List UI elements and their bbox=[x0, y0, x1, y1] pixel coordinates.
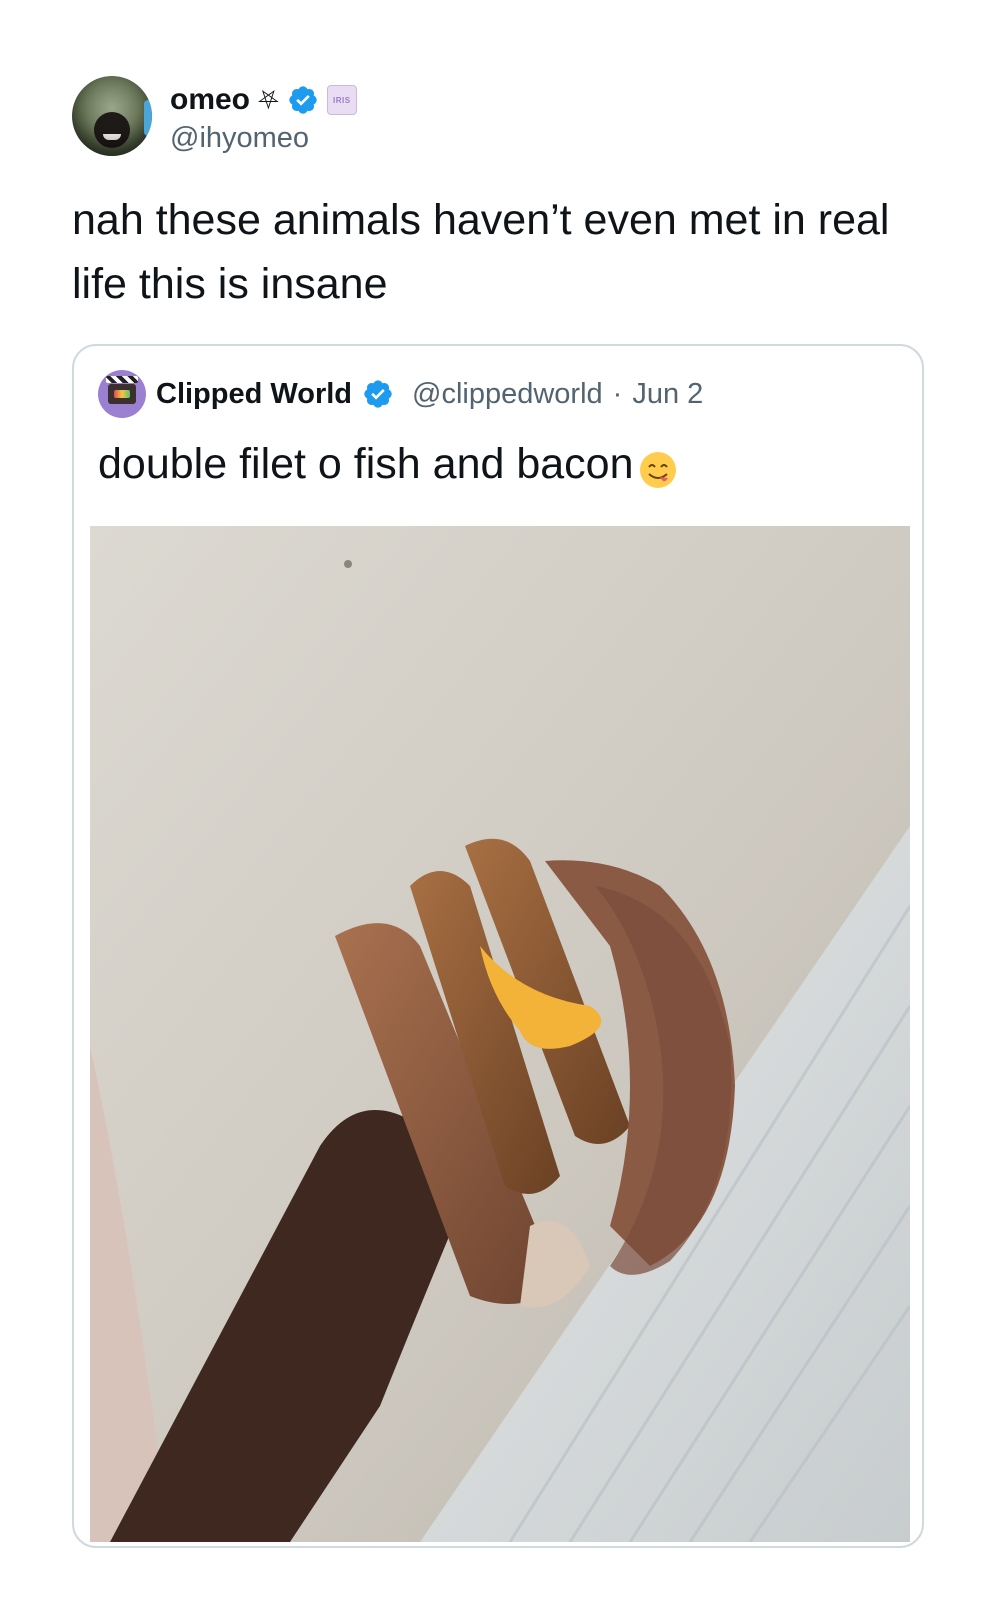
clapperboard-icon bbox=[106, 376, 138, 404]
affiliate-badge[interactable]: IRIS bbox=[326, 85, 357, 115]
verified-badge-icon[interactable] bbox=[362, 378, 394, 410]
verified-badge-icon[interactable] bbox=[287, 84, 319, 116]
author-avatar[interactable] bbox=[72, 76, 152, 156]
author-name-row: omeo ⛧ IRIS bbox=[170, 82, 357, 118]
meta-separator: · bbox=[612, 377, 623, 410]
quoted-tweet-photo[interactable] bbox=[90, 526, 910, 1542]
quoted-tweet-text: double filet o fish and bacon bbox=[98, 440, 634, 488]
pentagram-icon: ⛧ bbox=[258, 85, 279, 115]
tweet-author: omeo ⛧ IRIS @ihyomeo bbox=[72, 76, 872, 156]
quoted-tweet-text-row: double filet o fish and bacon bbox=[98, 436, 678, 492]
author-handle[interactable]: @ihyomeo bbox=[170, 122, 309, 155]
tweet-text: nah these animals haven’t even met in re… bbox=[72, 196, 890, 308]
quoted-author-handle[interactable]: @clippedworld bbox=[412, 378, 603, 411]
affiliate-badge-label: IRIS bbox=[333, 95, 351, 105]
author-display-name[interactable]: omeo bbox=[170, 83, 250, 117]
quoted-tweet-header: Clipped World @clippedworld · Jun 2 bbox=[98, 370, 703, 418]
quoted-author-display-name[interactable]: Clipped World bbox=[156, 378, 352, 411]
quoted-author-avatar[interactable] bbox=[98, 370, 146, 418]
face-savoring-food-icon bbox=[638, 448, 678, 488]
quoted-tweet-date[interactable]: Jun 2 bbox=[632, 378, 703, 411]
quoted-tweet-card[interactable]: Clipped World @clippedworld · Jun 2 doub… bbox=[72, 344, 924, 1548]
